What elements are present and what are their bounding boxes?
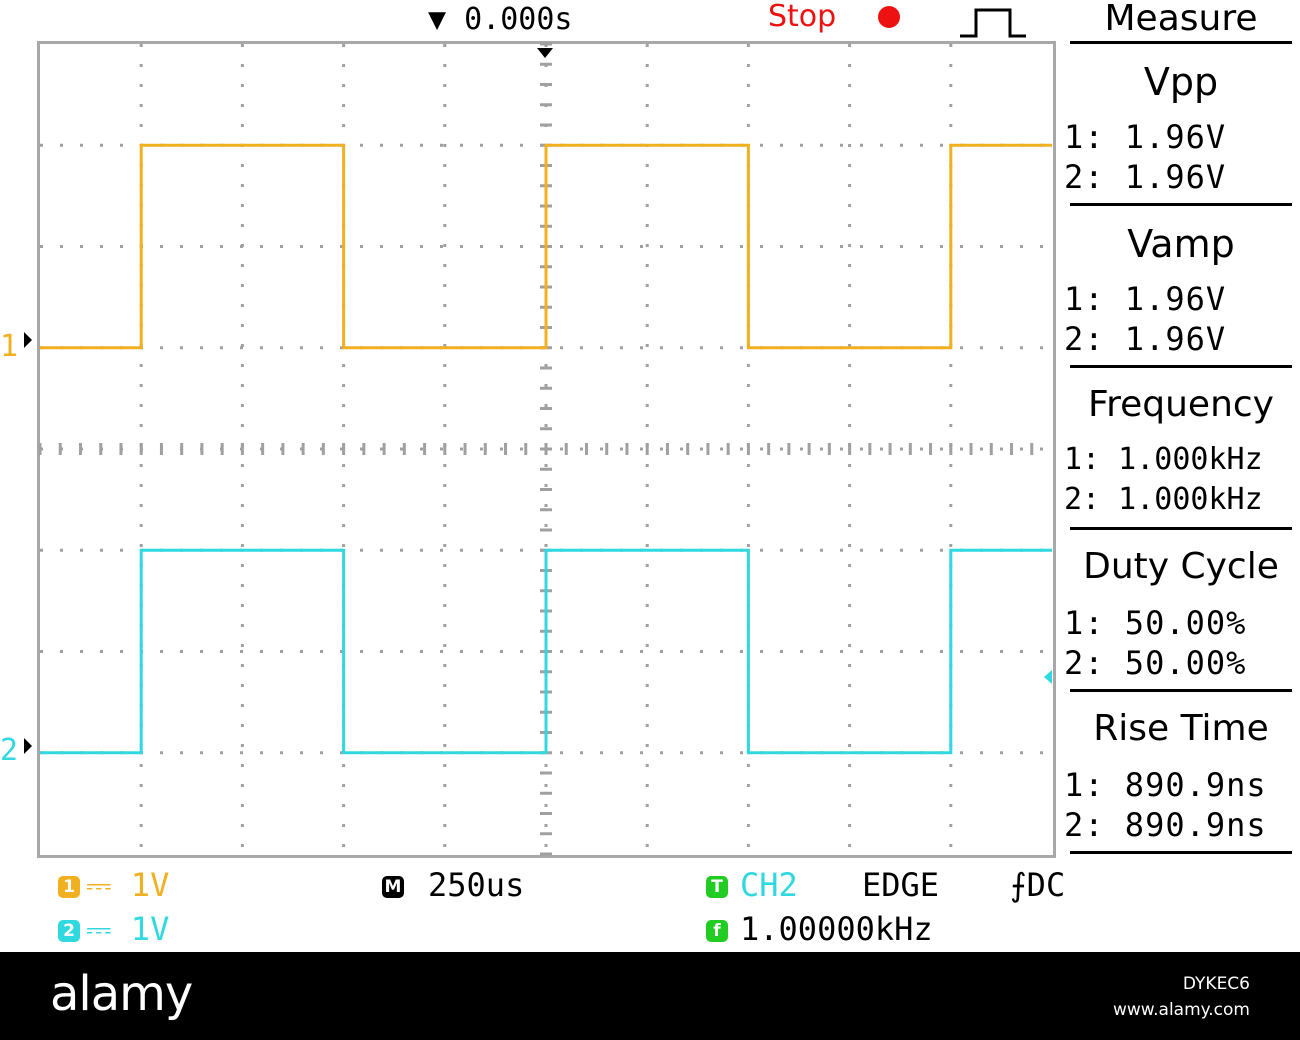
measure-vamp-ch1: 1: 1.96V — [1064, 280, 1227, 318]
trigger-frequency: 1.00000kHz — [740, 910, 933, 948]
ch2-level-marker-icon — [24, 738, 32, 754]
measure-vpp-title: Vpp — [1143, 60, 1219, 104]
timebase-badge-icon: M — [382, 876, 404, 898]
ch2-trigger-level-marker-icon — [1044, 670, 1052, 684]
status-bar: 1 ⎓ 1V 2 ⎓ 1V M 250us T CH2 EDGE ⨍DC f 1… — [0, 860, 1300, 952]
measure-frequency-ch2: 2: 1.000kHz — [1064, 482, 1263, 517]
divider — [1070, 527, 1292, 530]
divider — [1070, 689, 1292, 692]
measure-vpp-ch2: 2: 1.96V — [1064, 158, 1227, 196]
site-url: www.alamy.com — [1112, 1000, 1250, 1020]
trigger-coupling[interactable]: ⨍DC — [1010, 866, 1065, 904]
frequency-counter-badge-icon: f — [706, 920, 728, 942]
timebase-readout[interactable]: 250us — [428, 866, 524, 904]
ch2-scale[interactable]: ⎓ 1V — [86, 910, 169, 949]
measure-rise-ch2: 2: 890.9ns — [1064, 806, 1267, 844]
measure-frequency-title: Frequency — [1088, 384, 1274, 425]
measure-duty-ch1: 1: 50.00% — [1064, 604, 1247, 642]
ch1-level-marker-label: 1 — [0, 329, 18, 364]
measure-rise-ch1: 1: 890.9ns — [1064, 766, 1267, 804]
alamy-logo: alamy — [50, 966, 193, 1022]
measure-title[interactable]: Measure — [1062, 0, 1300, 39]
divider — [1070, 41, 1292, 44]
measure-frequency-ch1: 1: 1.000kHz — [1064, 442, 1263, 477]
trigger-badge-icon: T — [706, 876, 728, 898]
ch1-level-marker-icon — [24, 332, 32, 348]
ch1-badge-icon: 1 — [58, 876, 80, 898]
trigger-source[interactable]: CH2 — [740, 866, 798, 904]
measure-vamp-ch2: 2: 1.96V — [1064, 320, 1227, 358]
measure-vpp-ch1: 1: 1.96V — [1064, 118, 1227, 156]
waveform-display[interactable]: 1 2 — [0, 0, 1062, 860]
image-id: DYKEC6 — [1182, 974, 1250, 994]
ch2-badge-icon: 2 — [58, 920, 80, 942]
trigger-position-marker — [537, 48, 553, 58]
measure-duty-ch2: 2: 50.00% — [1064, 644, 1247, 682]
measure-panel: Measure Vpp 1: 1.96V 2: 1.96V Vamp 1: 1.… — [1062, 0, 1300, 860]
measure-duty-cycle-title: Duty Cycle — [1083, 546, 1279, 587]
measure-rise-time-title: Rise Time — [1093, 708, 1269, 749]
watermark-bar — [0, 952, 1300, 1040]
measure-vamp-title: Vamp — [1127, 222, 1235, 266]
divider — [1070, 203, 1292, 206]
ch1-scale[interactable]: ⎓ 1V — [86, 866, 169, 905]
ch2-level-marker-label: 2 — [0, 733, 18, 768]
divider — [1070, 851, 1292, 854]
divider — [1070, 365, 1292, 368]
trigger-mode[interactable]: EDGE — [862, 866, 939, 904]
